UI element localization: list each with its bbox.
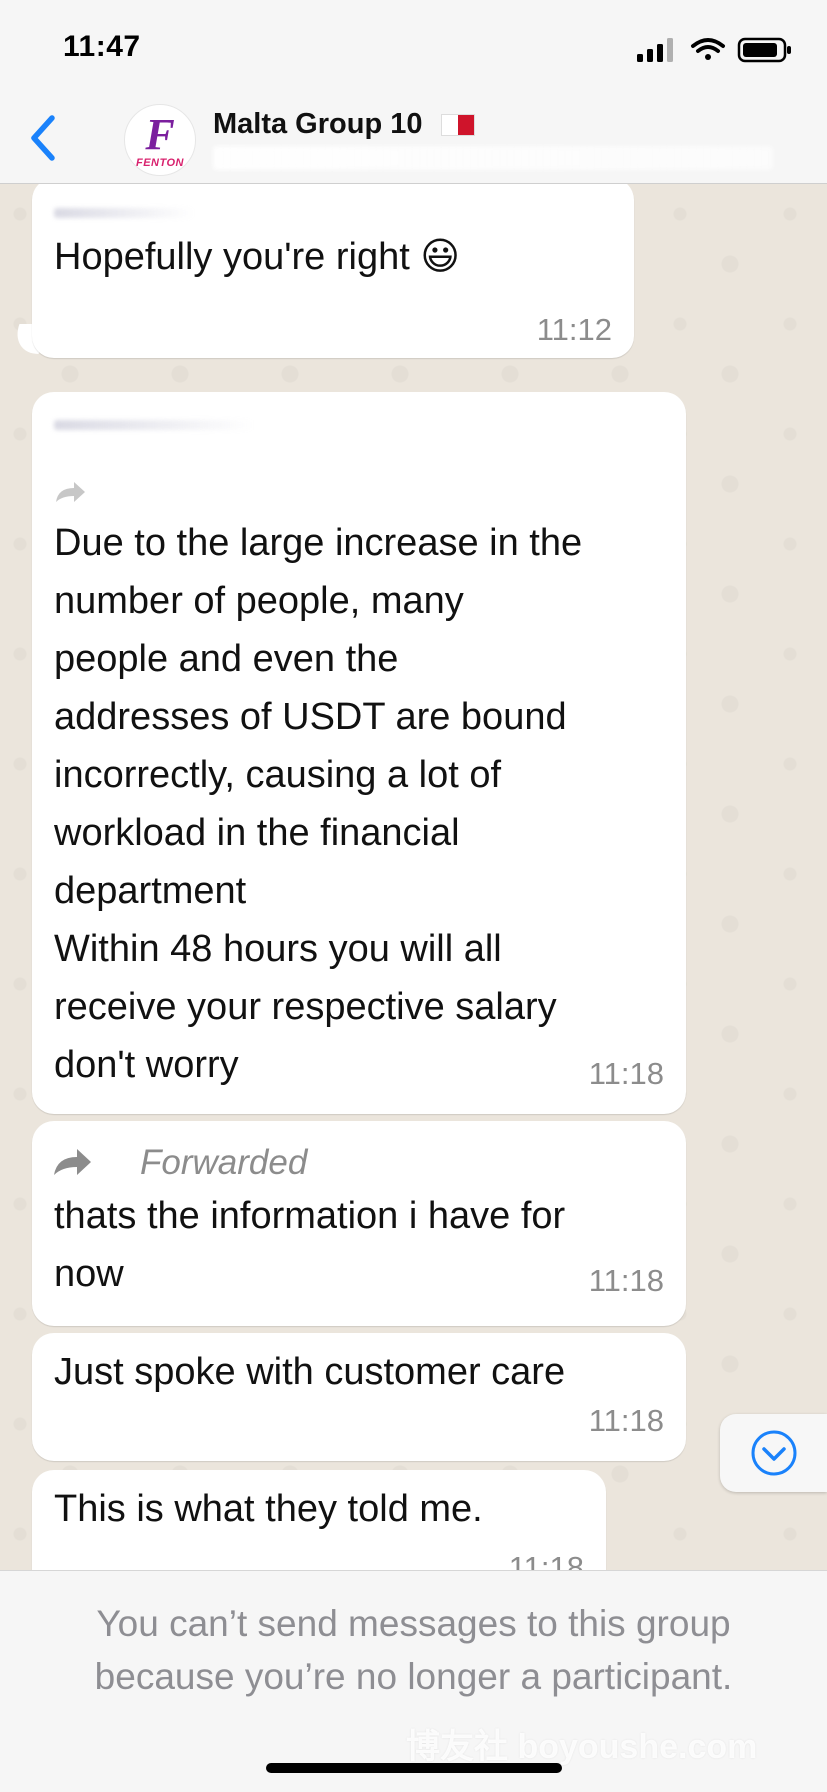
message-text: This is what they told me. bbox=[54, 1488, 483, 1530]
avatar-logo-text: FENTON bbox=[135, 157, 185, 169]
group-subtitle-redacted bbox=[213, 146, 773, 170]
message-bubble[interactable]: Due to the large increase in the number … bbox=[32, 392, 686, 1114]
chevron-down-circle-icon bbox=[751, 1430, 796, 1476]
message-bubble[interactable]: Hopefully you're right 😃 11:12 bbox=[32, 184, 634, 358]
message-time: 11:18 bbox=[588, 1056, 664, 1091]
back-button[interactable] bbox=[18, 108, 68, 168]
forward-arrow-icon bbox=[56, 482, 85, 502]
status-bar: 11:47 bbox=[0, 0, 827, 100]
sender-name-redacted bbox=[54, 420, 254, 430]
message-bubble[interactable]: Forwarded thats the information i have f… bbox=[32, 1121, 686, 1326]
cellular-signal-icon bbox=[637, 38, 673, 62]
footer: You can’t send messages to this group be… bbox=[0, 1570, 827, 1792]
message-bubble[interactable]: This is what they told me. 11:18 bbox=[32, 1470, 606, 1570]
chat-header: F FENTON Malta Group 10 bbox=[0, 100, 827, 184]
no-longer-participant-notice: You can’t send messages to this group be… bbox=[94, 1603, 733, 1697]
battery-icon bbox=[737, 37, 791, 63]
chat-area[interactable]: Hopefully you're right 😃 11:12 Due to th… bbox=[0, 184, 827, 1570]
status-time: 11:47 bbox=[63, 30, 141, 63]
message-time: 11:18 bbox=[588, 1403, 664, 1438]
message-bubble[interactable]: Just spoke with customer care 11:18 bbox=[32, 1333, 686, 1461]
forwarded-label: Forwarded bbox=[140, 1143, 308, 1182]
forward-arrow-icon bbox=[54, 1149, 91, 1175]
message-text: Hopefully you're right 😃 bbox=[54, 236, 460, 278]
message-text: Just spoke with customer care bbox=[54, 1351, 566, 1393]
message-time: 11:12 bbox=[536, 312, 612, 347]
chevron-left-icon bbox=[31, 115, 55, 161]
message-text: Due to the large increase in the number … bbox=[54, 522, 583, 1086]
message-time: 11:18 bbox=[588, 1263, 664, 1298]
malta-flag-icon bbox=[440, 114, 475, 137]
message-text: thats the information i have for now bbox=[54, 1195, 566, 1295]
status-icons bbox=[637, 36, 797, 64]
group-title-text: Malta Group 10 bbox=[213, 108, 423, 140]
sender-name-redacted bbox=[54, 208, 194, 218]
wifi-icon bbox=[691, 38, 725, 60]
group-avatar[interactable]: F FENTON bbox=[124, 104, 196, 176]
scroll-down-button[interactable] bbox=[720, 1414, 827, 1492]
home-indicator[interactable] bbox=[266, 1763, 562, 1773]
watermark: 博友社 boyoushe.com bbox=[406, 1728, 758, 1766]
avatar-logo-letter: F bbox=[145, 110, 175, 159]
group-title[interactable]: Malta Group 10 bbox=[213, 108, 475, 141]
message-time: 11:18 bbox=[508, 1550, 584, 1570]
